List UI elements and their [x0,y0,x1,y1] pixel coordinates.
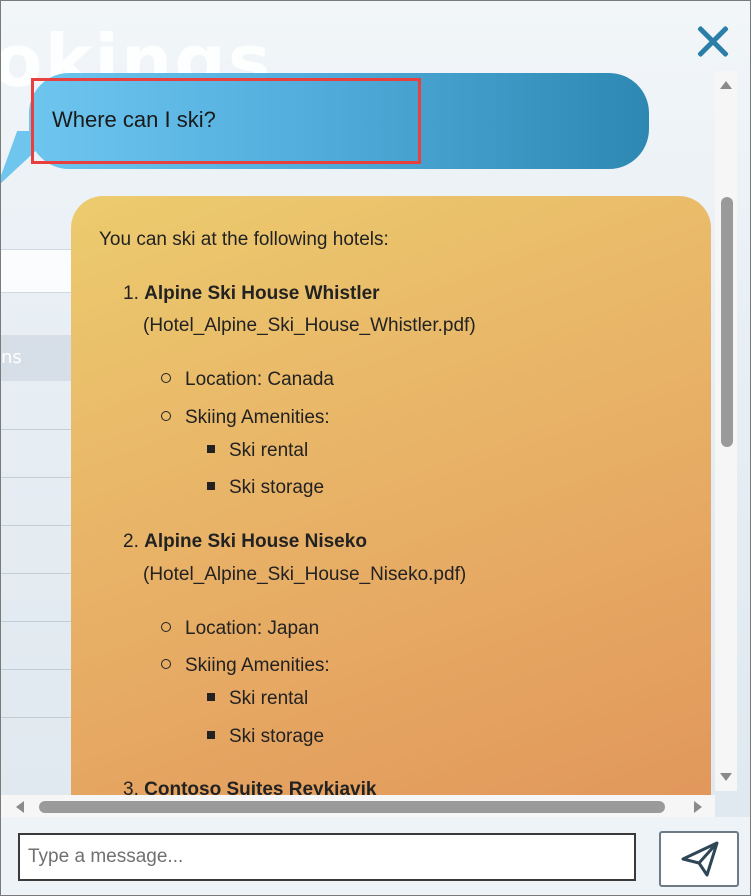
background-row-divider [1,573,71,574]
scroll-right-arrow-icon[interactable] [694,801,702,813]
amenity-item: Ski rental [207,440,308,462]
hotel-name: Alpine Ski House Niseko [144,531,367,552]
message-input[interactable] [18,833,636,881]
scroll-down-arrow-icon[interactable] [720,773,732,781]
circle-bullet-icon [161,372,171,383]
hotel-item: 2. Alpine Ski House Niseko [123,531,367,553]
horizontal-scroll-thumb[interactable] [39,801,665,813]
hotel-amenities-label: Skiing Amenities: [185,407,330,428]
amenity-text: Ski storage [229,726,325,747]
background-row-divider [1,669,71,670]
amenity-item: Ski storage [207,726,324,748]
hotel-location-text: Location: Japan [185,618,320,639]
scroll-left-arrow-icon[interactable] [16,801,24,813]
hotel-amenities-label: Skiing Amenities: [185,655,330,676]
background-row-divider [1,525,71,526]
hotel-file: (Hotel_Alpine_Ski_House_Whistler.pdf) [143,315,476,336]
amenity-item: Ski rental [207,688,308,710]
background-row-divider [1,429,71,430]
vertical-scroll-thumb[interactable] [721,197,733,447]
circle-bullet-icon [161,658,171,669]
background-row-divider [1,477,71,478]
send-button[interactable] [659,831,739,887]
scroll-up-arrow-icon[interactable] [720,81,732,89]
hotel-location: Location: Canada [161,369,334,391]
background-input [1,249,72,293]
background-header-text: ns [1,347,22,368]
background-row-divider [1,621,71,622]
hotel-item: 1. Alpine Ski House Whistler [123,283,380,305]
circle-bullet-icon [161,410,171,421]
amenity-text: Ski rental [229,440,309,461]
send-icon [681,841,719,877]
square-bullet-icon [207,692,215,701]
hotel-location-text: Location: Canada [185,369,334,390]
amenity-text: Ski rental [229,688,309,709]
hotel-amenities: Skiing Amenities: [161,407,330,429]
hotel-name: Alpine Ski House Whistler [144,283,380,304]
user-message-text: Where can I ski? [52,107,216,132]
square-bullet-icon [207,730,215,739]
background-row-divider [1,717,71,718]
hotel-number: 2. [123,531,139,552]
amenity-text: Ski storage [229,477,325,498]
hotel-number: 1. [123,283,139,304]
square-bullet-icon [207,444,215,453]
bot-intro-text: You can ski at the following hotels: [99,229,389,250]
hotel-amenities: Skiing Amenities: [161,655,330,677]
amenity-item: Ski storage [207,477,324,499]
circle-bullet-icon [161,621,171,632]
hotel-file: (Hotel_Alpine_Ski_House_Niseko.pdf) [143,564,467,585]
close-icon[interactable] [689,19,735,65]
hotel-location: Location: Japan [161,618,319,640]
chat-window: okings ns Where can I ski? You can ski a… [0,0,751,896]
square-bullet-icon [207,481,215,490]
